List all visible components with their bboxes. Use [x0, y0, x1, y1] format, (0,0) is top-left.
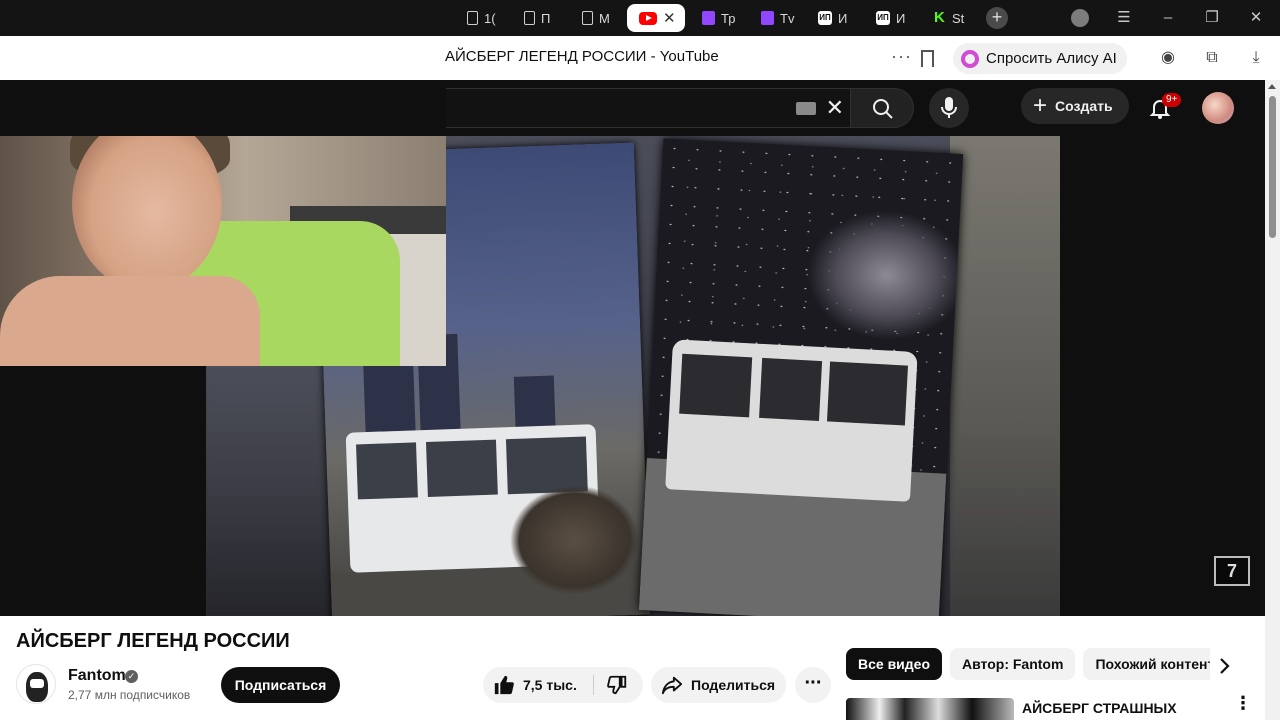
tab-label: И [838, 10, 848, 26]
address-bar: АЙСБЕРГ ЛЕГЕНД РОССИИ - YouTube ··· Спро… [0, 36, 1280, 80]
mytischi-icon: ИП [876, 11, 890, 25]
like-count: 7,5 тыс. [523, 677, 577, 693]
thumbs-down-icon [607, 675, 627, 695]
webcam-overlay [0, 136, 446, 366]
video-title: АЙСБЕРГ ЛЕГЕНД РОССИИ [16, 630, 290, 652]
dislike-button[interactable] [594, 667, 643, 703]
more-options-icon[interactable]: ··· [891, 46, 912, 67]
kick-icon: K [934, 9, 945, 26]
chip-author[interactable]: Автор: Fantom [950, 648, 1076, 680]
recommendation-title[interactable]: АЙСБЕРГ СТРАШНЫХ [1022, 700, 1177, 716]
browser-tab-2[interactable]: П [512, 4, 558, 32]
like-dislike-group: 7,5 тыс. [483, 667, 643, 703]
browser-tab-6[interactable]: Тv [749, 4, 801, 32]
browser-tab-strip: 1( П М ✕ Тр Тv ИП И ИП И K St + ☰ – ❐ ✕ [0, 0, 1280, 36]
twitch-icon [702, 11, 715, 25]
recommendation-menu-icon[interactable]: ⋮ [1234, 694, 1252, 712]
alice-ai-button[interactable]: Спросить Алису AI [953, 43, 1127, 74]
video-player[interactable]: 7 [0, 136, 1265, 616]
browser-tab-8[interactable]: ИП И [864, 4, 916, 32]
browser-tab-7[interactable]: ИП И [806, 4, 858, 32]
chevron-right-icon[interactable] [1212, 654, 1236, 678]
doc-icon [524, 11, 535, 25]
browser-tab-5[interactable]: Тр [690, 4, 742, 32]
bookmark-icon[interactable] [921, 50, 934, 67]
verified-icon: ✓ [125, 670, 138, 683]
page-scrollbar[interactable] [1265, 80, 1280, 720]
youtube-icon [639, 11, 657, 25]
doc-icon [467, 11, 478, 25]
restore-icon[interactable]: ❐ [1201, 7, 1223, 29]
create-button[interactable]: + Создать [1021, 88, 1129, 124]
photo-card-night-bus [638, 138, 964, 616]
new-tab-button[interactable]: + [986, 7, 1008, 29]
tab-label: St [952, 10, 965, 26]
search-icon [873, 99, 893, 119]
like-button[interactable]: 7,5 тыс. [483, 667, 593, 703]
browser-tab-3[interactable]: М [570, 4, 618, 32]
share-icon [661, 676, 683, 695]
close-tab-icon[interactable]: ✕ [663, 9, 676, 27]
download-icon[interactable]: ⤓ [1246, 48, 1266, 68]
keyboard-icon[interactable] [796, 102, 816, 115]
related-filter-chips: Все видео Автор: Fantom Похожий контент [846, 648, 1210, 682]
translate-icon[interactable]: ⧉ [1202, 48, 1222, 68]
tab-label: М [599, 10, 610, 26]
tab-label: Тv [780, 10, 795, 26]
scrollbar-thumb[interactable] [1269, 96, 1276, 238]
alice-icon [961, 49, 979, 68]
browser-tab-youtube-active[interactable]: ✕ [627, 4, 685, 32]
planet-icon[interactable]: ◉ [1158, 48, 1178, 68]
search-button[interactable] [850, 88, 914, 128]
clear-search-icon[interactable]: ✕ [826, 95, 844, 121]
tab-label: П [541, 10, 551, 26]
screen: 1( П М ✕ Тр Тv ИП И ИП И K St + ☰ – ❐ ✕ … [0, 0, 1280, 720]
mytischi-icon: ИП [818, 11, 832, 25]
minimize-icon[interactable]: – [1157, 7, 1179, 29]
channel-watermark[interactable]: 7 [1214, 556, 1250, 586]
subscriber-count: 2,77 млн подписчиков [68, 688, 191, 702]
menu-icon[interactable]: ☰ [1113, 7, 1135, 29]
share-button[interactable]: Поделиться [651, 667, 786, 703]
tab-label: 1( [484, 10, 496, 26]
channel-avatar[interactable] [16, 664, 56, 704]
tab-label: Тр [721, 10, 736, 26]
account-avatar[interactable] [1202, 92, 1234, 124]
create-label: Создать [1055, 98, 1113, 114]
twitch-icon [761, 11, 774, 25]
microphone-icon [941, 97, 957, 118]
plus-icon: + [1033, 92, 1048, 119]
video-background-right [950, 136, 1060, 616]
doc-icon [582, 11, 593, 25]
more-actions-button[interactable]: ··· [795, 667, 831, 703]
thumbs-up-icon [494, 675, 514, 695]
page-title[interactable]: АЙСБЕРГ ЛЕГЕНД РОССИИ - YouTube [445, 48, 719, 65]
close-window-icon[interactable]: ✕ [1245, 7, 1267, 29]
tab-label: И [896, 10, 906, 26]
browser-tab-1[interactable]: 1( [455, 4, 503, 32]
notification-badge: 9+ [1162, 93, 1182, 107]
chip-all-videos[interactable]: Все видео [846, 648, 943, 680]
recommendation-thumbnail[interactable] [846, 698, 1014, 720]
profile-icon[interactable] [1071, 9, 1089, 27]
scroll-up-arrow-icon[interactable] [1268, 84, 1276, 89]
youtube-masthead: ✕ + Создать 9+ [0, 80, 1280, 136]
browser-tab-9[interactable]: K St [922, 4, 974, 32]
chip-similar[interactable]: Похожий контент [1083, 648, 1210, 680]
subscribe-button[interactable]: Подписаться [221, 667, 340, 703]
alice-button-label: Спросить Алису AI [986, 50, 1117, 67]
channel-name[interactable]: Fantom [68, 667, 126, 685]
voice-search-button[interactable] [929, 88, 969, 128]
search-input[interactable]: ✕ [446, 88, 850, 128]
share-label: Поделиться [691, 677, 776, 693]
